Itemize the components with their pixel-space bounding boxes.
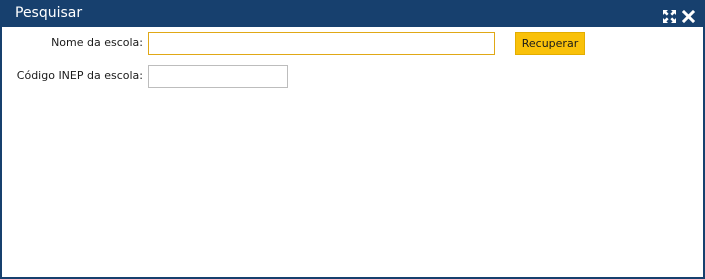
inep-code-input[interactable] (148, 65, 288, 88)
expand-icon[interactable] (663, 10, 676, 23)
school-name-label: Nome da escola: (51, 36, 143, 49)
dialog-title: Pesquisar (15, 5, 83, 21)
close-icon[interactable] (682, 10, 695, 23)
recuperar-button[interactable]: Recuperar (515, 32, 585, 55)
title-bar: Pesquisar (2, 0, 703, 27)
search-dialog: Pesquisar Nome da escola: Recuperar Códi… (0, 0, 705, 279)
school-name-input[interactable] (148, 32, 495, 55)
inep-code-label: Código INEP da escola: (16, 69, 143, 82)
